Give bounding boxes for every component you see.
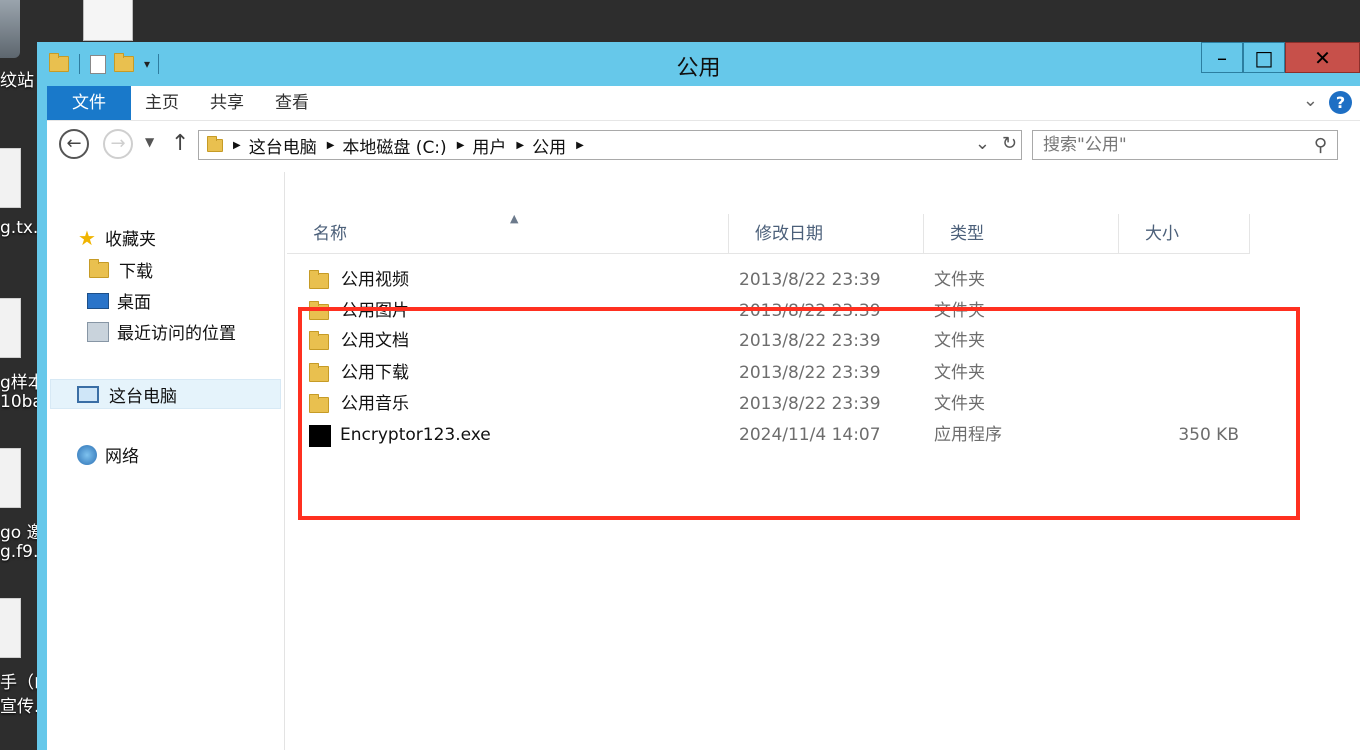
- annotation-highlight-box: [298, 307, 1300, 520]
- document-icon[interactable]: [83, 0, 133, 41]
- navigation-bar: ← → ▼ ↑ ▶ 这台电脑 ▶ 本地磁盘 (C:) ▶ 用户 ▶ 公用 ▶ ⌄…: [47, 120, 1360, 173]
- file-type: 文件夹: [934, 270, 985, 290]
- up-button[interactable]: ↑: [171, 131, 189, 156]
- ribbon-tabs: 文件 主页 共享 查看 ⌄ ?: [47, 86, 1360, 120]
- breadcrumb-separator-icon[interactable]: ▶: [327, 140, 335, 151]
- column-header-size[interactable]: 大小: [1119, 214, 1250, 254]
- breadcrumb-separator-icon[interactable]: ▶: [457, 140, 465, 151]
- breadcrumb-separator-icon[interactable]: ▶: [576, 140, 584, 151]
- nav-favorites[interactable]: ★ 收藏夹: [77, 225, 156, 251]
- search-placeholder: 搜索"公用": [1043, 135, 1127, 155]
- download-folder-icon: [89, 258, 109, 278]
- column-header-name[interactable]: 名称: [287, 214, 729, 254]
- minimize-button[interactable]: –: [1201, 42, 1243, 73]
- nav-this-pc-label: 这台电脑: [109, 387, 177, 407]
- nav-downloads[interactable]: 下载: [89, 257, 153, 282]
- breadcrumb-public[interactable]: 公用: [532, 133, 566, 158]
- file-size: [1139, 265, 1239, 296]
- search-input[interactable]: 搜索"公用" ⚲: [1032, 130, 1338, 160]
- folder-icon: [309, 269, 329, 289]
- search-icon[interactable]: ⚲: [1314, 132, 1327, 160]
- nav-network-label: 网络: [105, 447, 139, 467]
- document-icon[interactable]: [0, 598, 21, 658]
- tab-view[interactable]: 查看: [261, 86, 323, 120]
- recent-locations-icon[interactable]: ▼: [145, 135, 154, 149]
- nav-favorites-label: 收藏夹: [105, 230, 156, 250]
- tab-file[interactable]: 文件: [47, 86, 131, 120]
- recycle-bin-icon[interactable]: [0, 0, 20, 58]
- desktop-icon: [87, 292, 109, 309]
- file-name: 公用视频: [341, 270, 409, 290]
- nav-this-pc[interactable]: 这台电脑: [77, 382, 177, 407]
- file-modified: 2013/8/22 23:39: [739, 270, 881, 290]
- navigation-pane: ★ 收藏夹 下载 桌面 最近访问的位置 这台电脑 网络: [47, 172, 285, 750]
- breadcrumb-separator-icon[interactable]: ▶: [233, 140, 241, 151]
- star-icon: ★: [78, 225, 96, 250]
- window-title: 公用: [676, 56, 721, 81]
- title-bar[interactable]: ▾ 公用 – □ ✕: [37, 42, 1360, 86]
- refresh-icon[interactable]: ↻: [1002, 133, 1017, 154]
- document-icon[interactable]: [0, 298, 21, 358]
- nav-recent[interactable]: 最近访问的位置: [87, 319, 236, 344]
- maximize-button[interactable]: □: [1243, 42, 1285, 73]
- document-icon[interactable]: [0, 448, 21, 508]
- breadcrumb-users[interactable]: 用户: [472, 133, 506, 158]
- nav-desktop[interactable]: 桌面: [87, 288, 151, 313]
- nav-network[interactable]: 网络: [77, 442, 139, 467]
- breadcrumb-local-disk[interactable]: 本地磁盘 (C:): [342, 133, 446, 158]
- tab-share[interactable]: 共享: [196, 86, 258, 120]
- column-header-type[interactable]: 类型: [924, 214, 1119, 254]
- nav-recent-label: 最近访问的位置: [117, 324, 236, 344]
- breadcrumb-separator-icon[interactable]: ▶: [516, 140, 524, 151]
- address-dropdown-icon[interactable]: ⌄: [975, 133, 990, 154]
- file-row[interactable]: 公用视频 2013/8/22 23:39 文件夹: [309, 265, 1309, 296]
- column-header-modified[interactable]: 修改日期: [729, 214, 924, 254]
- tab-home[interactable]: 主页: [131, 86, 193, 120]
- computer-icon: [77, 386, 99, 403]
- desktop-icon-label: 纹站: [0, 71, 34, 91]
- folder-icon: [207, 135, 223, 152]
- close-button[interactable]: ✕: [1285, 42, 1360, 73]
- nav-downloads-label: 下载: [119, 262, 153, 282]
- nav-desktop-label: 桌面: [117, 293, 151, 313]
- help-icon[interactable]: ?: [1329, 91, 1352, 114]
- recent-places-icon: [87, 321, 109, 342]
- address-bar[interactable]: ▶ 这台电脑 ▶ 本地磁盘 (C:) ▶ 用户 ▶ 公用 ▶ ⌄ ↻: [198, 130, 1022, 160]
- document-icon[interactable]: [0, 148, 21, 208]
- forward-button[interactable]: →: [103, 129, 133, 159]
- back-button[interactable]: ←: [59, 129, 89, 159]
- network-icon: [77, 444, 97, 465]
- breadcrumb-this-pc[interactable]: 这台电脑: [249, 133, 317, 158]
- expand-ribbon-icon[interactable]: ⌄: [1303, 90, 1318, 111]
